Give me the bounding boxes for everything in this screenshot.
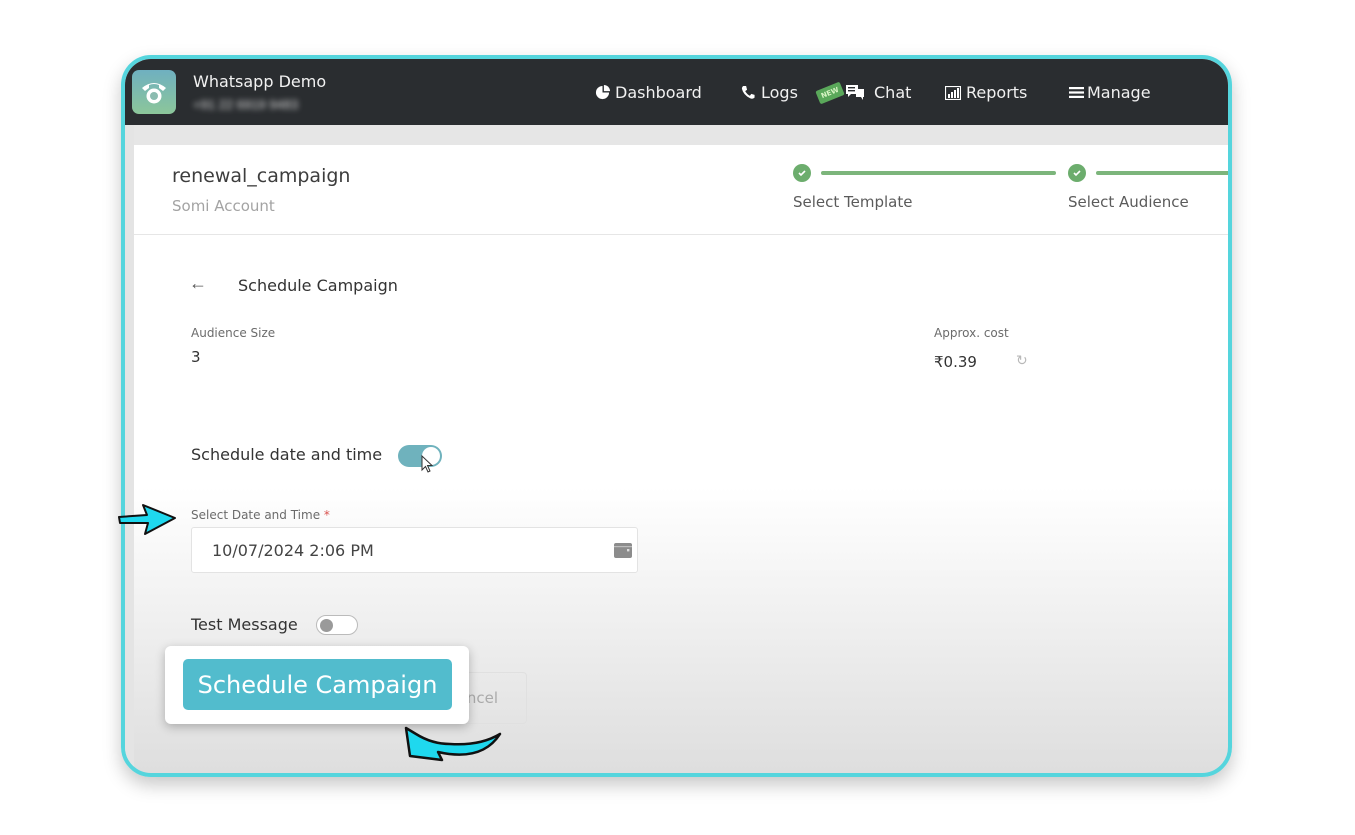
new-badge: NEW [815, 81, 845, 104]
schedule-toggle[interactable] [398, 445, 442, 467]
test-message-label: Test Message [191, 615, 298, 634]
chat-bubbles-icon [846, 85, 864, 100]
campaign-name: renewal_campaign [172, 165, 351, 187]
required-mark: * [323, 508, 330, 522]
date-time-label: Select Date and Time * [191, 508, 330, 522]
date-time-label-text: Select Date and Time [191, 508, 321, 522]
date-time-input[interactable]: 10/07/2024 2:06 PM [191, 527, 638, 573]
nav-chat[interactable]: NEW Chat [815, 81, 912, 104]
top-navbar: Whatsapp Demo +91 22 6919 9483 Dashboard… [125, 59, 1228, 125]
app-phone-number: +91 22 6919 9483 [193, 97, 299, 112]
highlight-callout: Schedule Campaign [165, 646, 469, 724]
annotation-arrow-right-icon [118, 504, 176, 535]
nav-manage[interactable]: Manage [1069, 83, 1151, 102]
nav-logs[interactable]: Logs [740, 83, 798, 102]
audience-size-label: Audience Size [191, 326, 276, 340]
refresh-icon[interactable]: ↻ [1016, 352, 1028, 369]
page-background [125, 125, 1228, 145]
nav-chat-label: Chat [874, 83, 912, 102]
nav-reports-label: Reports [966, 83, 1028, 102]
audience-size-value: 3 [191, 348, 201, 366]
step-complete-icon [793, 164, 811, 182]
pie-chart-icon [595, 85, 610, 100]
step-label-template[interactable]: Select Template [793, 193, 913, 211]
phone-icon [741, 85, 755, 99]
annotation-curved-arrow-icon [404, 726, 502, 762]
nav-dashboard[interactable]: Dashboard [595, 83, 702, 102]
nav-logs-label: Logs [761, 83, 798, 102]
mouse-cursor-icon [421, 455, 434, 473]
cancel-button-label: ncel [466, 689, 498, 707]
telephone-icon [142, 83, 166, 104]
date-time-value: 10/07/2024 2:06 PM [212, 540, 374, 560]
step-label-audience[interactable]: Select Audience [1068, 193, 1189, 211]
page-gutter [125, 125, 134, 773]
section-title: Schedule Campaign [238, 276, 398, 295]
step-connector [821, 171, 1056, 175]
test-message-toggle[interactable] [316, 615, 358, 635]
nav-dashboard-label: Dashboard [615, 83, 702, 102]
app-logo[interactable] [132, 70, 176, 114]
schedule-campaign-button[interactable]: Schedule Campaign [183, 659, 452, 710]
back-arrow-icon[interactable]: ← [189, 273, 207, 294]
schedule-toggle-label: Schedule date and time [191, 445, 383, 464]
step-complete-icon [1068, 164, 1086, 182]
menu-icon [1069, 87, 1084, 98]
toggle-knob [320, 619, 333, 632]
nav-manage-label: Manage [1087, 83, 1151, 102]
approx-cost-label: Approx. cost [934, 326, 1009, 340]
calendar-icon[interactable] [613, 542, 633, 559]
campaign-account: Somi Account [172, 197, 275, 215]
app-title: Whatsapp Demo [193, 72, 327, 91]
step-connector [1096, 171, 1228, 175]
approx-cost-value: ₹0.39 [934, 353, 977, 371]
bar-chart-icon [945, 85, 961, 100]
nav-reports[interactable]: Reports [945, 83, 1027, 102]
campaign-header: renewal_campaign Somi Account Select Tem… [134, 145, 1228, 235]
